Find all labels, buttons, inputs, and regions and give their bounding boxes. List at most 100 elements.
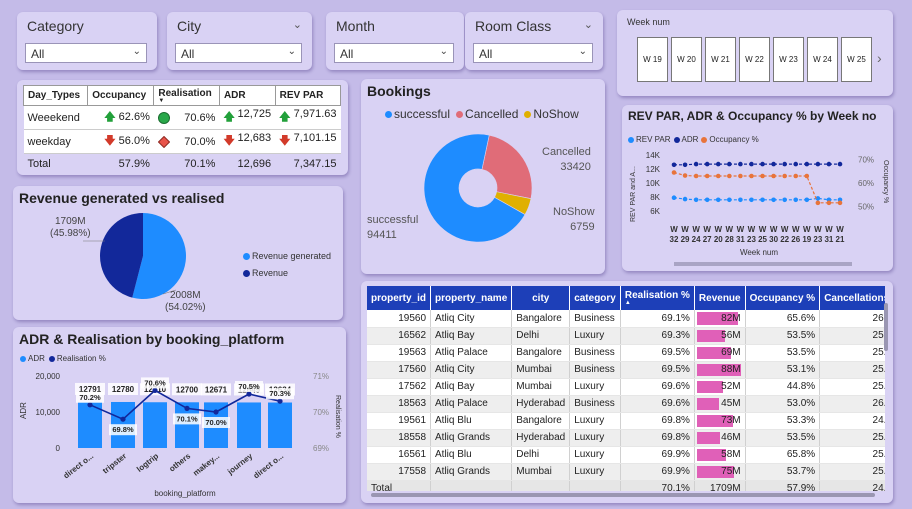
series-point	[837, 200, 843, 206]
revenue-pie-card: Revenue generated vs realised 1709M (45.9…	[13, 186, 343, 320]
horizontal-scrollbar[interactable]	[674, 262, 852, 266]
table-cell: 16562	[367, 327, 432, 345]
table-row[interactable]: 19563 Atliq Palace Bangalore Business 69.5% 6…	[367, 344, 885, 362]
x-tick-label: 21	[836, 235, 845, 244]
y-right-tick-label: 60%	[858, 179, 874, 188]
x-tick-label: 27	[703, 235, 712, 244]
week-tile[interactable]: W 20	[671, 37, 702, 82]
circle-icon	[157, 111, 170, 124]
table-cell: 45M	[694, 395, 746, 413]
x-tick-label: others	[167, 451, 192, 473]
chevron-down-icon: ⌄	[287, 46, 296, 57]
table-cell: 17558	[367, 463, 432, 481]
table-cell: Business	[569, 361, 621, 379]
total-cell	[569, 479, 621, 491]
table-row[interactable]: weekday 🡇 56.0% 70.0% 🡇 12,683 🡇 7,101.1…	[23, 129, 341, 154]
total-realisation: 70.1%	[184, 158, 216, 170]
chevron-right-icon[interactable]: ›	[877, 50, 882, 66]
table-cell: 69.9%	[620, 463, 695, 481]
col-header[interactable]: city	[511, 286, 571, 310]
table-cell: 73M	[694, 412, 746, 430]
revenue-value: 69M	[721, 347, 741, 358]
col-header[interactable]: Realisation ▼	[153, 85, 220, 106]
line-data-label: 70.0%	[205, 418, 227, 427]
table-row[interactable]: 16561 Atliq Blu Delhi Luxury 69.9% 58M 65.8% 25…	[367, 446, 885, 464]
week-tile[interactable]: W 22	[739, 37, 770, 82]
room-class-dropdown[interactable]: All ⌄	[473, 43, 593, 63]
realisation-point	[213, 409, 219, 415]
week-tile[interactable]: W 21	[705, 37, 736, 82]
table-cell: 69.5%	[620, 361, 695, 379]
col-header[interactable]: property_id	[367, 286, 432, 310]
total-label: Total	[27, 158, 51, 170]
y-tick-label: 12K	[646, 165, 661, 174]
x-tick-label: W	[792, 225, 800, 234]
table-row[interactable]: Weeekend 🡅 62.6% 70.6% 🡅 12,725 🡅 7,971.…	[23, 105, 341, 130]
table-cell: 69.3%	[620, 327, 695, 345]
col-header[interactable]: Cancellations %	[819, 286, 885, 310]
table-row[interactable]: 18563 Atliq Palace Hyderabad Business 69.6% 4…	[367, 395, 885, 413]
week-tile[interactable]: W 19	[637, 37, 668, 82]
bookings-donut-chart[interactable]	[361, 79, 605, 274]
month-dropdown[interactable]: All ⌄	[334, 43, 454, 63]
revenue-value: 82M	[721, 312, 741, 324]
table-cell: 65.8%	[745, 446, 821, 464]
property-table-clip: property_id property_name city category …	[367, 286, 885, 491]
series-point	[815, 161, 821, 167]
table-row[interactable]: 19561 Atliq Blu Bangalore Luxury 69.8% 73M 53.…	[367, 412, 885, 430]
col-header[interactable]: Revenue	[694, 286, 746, 310]
table-cell: 69.8%	[620, 412, 695, 430]
line-data-label: 70.3%	[269, 389, 291, 398]
table-cell: 53.1%	[745, 361, 821, 379]
table-cell: Mumbai	[511, 361, 571, 379]
horizontal-scrollbar[interactable]	[371, 493, 875, 497]
col-header[interactable]: ADR	[218, 85, 276, 106]
weekly-line-chart[interactable]: 14K 12K 10K 8K 6K 70% 60% 50% REV PAR and A... Oc…	[622, 105, 893, 271]
chevron-down-icon[interactable]: ⌄	[293, 18, 302, 31]
x-tick-label: makey...	[191, 451, 221, 477]
col-header[interactable]: Occupancy %	[745, 286, 821, 310]
legend-item[interactable]: Revenue generated	[243, 248, 331, 265]
realisation-cell: 70.6%	[153, 105, 220, 130]
x-tick-label: W	[748, 225, 756, 234]
platform-combo-chart[interactable]: 20,000 10,000 0 71% 70% 69% ADR Realisation % 12…	[13, 327, 346, 503]
col-header[interactable]: Occupancy	[87, 85, 155, 106]
city-dropdown-value: All	[181, 47, 195, 61]
sort-down-icon: ▼	[158, 98, 165, 104]
table-cell: Business	[569, 395, 621, 413]
room-class-slicer-title: Room Class	[475, 18, 552, 34]
revpar-cell: 🡇 7,101.15	[275, 129, 341, 154]
vertical-scrollbar[interactable]	[884, 303, 888, 351]
series-point	[760, 197, 765, 203]
table-row[interactable]: 16562 Atliq Bay Delhi Luxury 69.3% 56M 53.5% 25…	[367, 327, 885, 345]
table-cell: 69M	[694, 344, 746, 362]
city-dropdown[interactable]: All ⌄	[175, 43, 302, 63]
col-header[interactable]: REV PAR	[274, 85, 342, 106]
week-tile[interactable]: W 23	[773, 37, 804, 82]
table-cell: Atliq City	[430, 310, 513, 328]
week-tile[interactable]: W 25	[841, 37, 872, 82]
col-header[interactable]: category	[569, 286, 621, 310]
series-line	[674, 163, 840, 166]
chevron-down-icon[interactable]: ⌄	[584, 18, 593, 31]
total-adr: 12,696	[237, 158, 272, 170]
table-cell: 19563	[367, 344, 432, 362]
week-tile[interactable]: W 24	[807, 37, 838, 82]
revenue-value: 45M	[721, 398, 741, 409]
series-point	[782, 173, 787, 179]
table-row[interactable]: 19560 Atliq City Bangalore Business 69.1% 82M…	[367, 310, 885, 328]
category-dropdown[interactable]: All ⌄	[25, 43, 147, 63]
table-row[interactable]: 17558 Atliq Grands Mumbai Luxury 69.9% 75M 53.…	[367, 463, 885, 481]
col-header[interactable]: property_name	[430, 286, 513, 310]
col-header[interactable]: Day_Types	[22, 85, 89, 106]
table-row[interactable]: 17562 Atliq Bay Mumbai Luxury 69.6% 52M 44.8% 2…	[367, 378, 885, 396]
y-right-axis-label: Occupancy %	[882, 160, 889, 203]
legend-item[interactable]: Revenue	[243, 265, 331, 282]
occupancy-cell: 🡇 56.0%	[87, 129, 154, 154]
table-cell: 18563	[367, 395, 432, 413]
table-row[interactable]: 18558 Atliq Grands Hyderabad Luxury 69.8% 46M…	[367, 429, 885, 447]
legend-dot-generated	[243, 253, 250, 261]
table-row[interactable]: 17560 Atliq City Mumbai Business 69.5% 88M 53.…	[367, 361, 885, 379]
col-header[interactable]: Realisation % ▲	[620, 286, 695, 310]
total-revpar: 7,347.15	[293, 158, 337, 170]
